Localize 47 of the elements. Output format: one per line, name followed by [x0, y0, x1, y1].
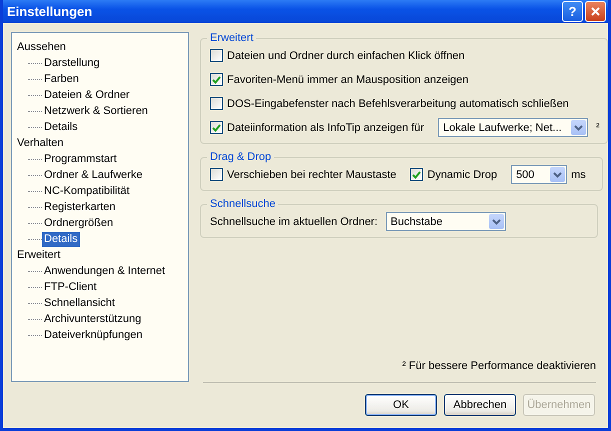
tree-item[interactable]: Ordner & Laufwerke [42, 168, 144, 182]
chevron-down-icon [574, 124, 584, 130]
check-icon [212, 124, 221, 132]
footnote: ² Für bessere Performance deaktivieren [402, 360, 597, 374]
dropdown[interactable]: 500 [511, 165, 568, 184]
tree-item[interactable]: Registerkarten [42, 200, 118, 214]
checkbox[interactable]: Dateien und Ordner durch einfachen Klick öffnen [210, 49, 465, 62]
group-title: Drag & Drop [209, 151, 272, 163]
tree-item[interactable]: Details [42, 120, 80, 134]
close-icon [591, 7, 600, 16]
label: Schnellsuche im aktuellen Ordner: [210, 216, 378, 228]
check-icon [412, 170, 422, 178]
tree-item[interactable]: Schnellansicht [42, 296, 117, 310]
dropdown[interactable]: Lokale Laufwerke; Net... [438, 118, 588, 137]
tree-item[interactable]: Netzwerk & Sortieren [42, 104, 150, 118]
checkbox[interactable]: DOS-Eingabefenster nach Befehlsverarbeitung automatisch schließen [210, 97, 569, 110]
tree-item[interactable]: Farben [42, 72, 81, 86]
label: ms [571, 168, 586, 180]
checkbox[interactable]: Verschieben bei rechter Maustaste [210, 168, 396, 181]
dialog-button[interactable]: Abbrechen [444, 394, 516, 416]
tree-item[interactable]: Dateiverknüpfungen [42, 328, 144, 342]
dropdown[interactable]: Buchstabe [386, 212, 506, 231]
tree-item[interactable]: Ordnergrößen [42, 216, 116, 230]
tree-item[interactable]: Aussehen [15, 40, 68, 54]
tree-item[interactable]: Details [42, 232, 80, 246]
tree-item[interactable]: Anwendungen & Internet [42, 264, 168, 278]
close-button[interactable] [585, 1, 606, 22]
tree-item[interactable]: NC-Kompatibilität [42, 184, 132, 198]
checkbox[interactable]: Dateiinformation als InfoTip anzeigen für [210, 121, 424, 134]
check-icon [212, 76, 221, 84]
tree-item[interactable]: FTP-Client [42, 280, 99, 294]
tree-item[interactable]: Erweitert [15, 248, 62, 262]
tree-item[interactable]: Dateien & Ordner [42, 88, 132, 102]
tree-item[interactable]: Programmstart [42, 152, 119, 166]
tree-item[interactable]: Darstellung [42, 56, 102, 70]
help-button[interactable]: ? [562, 1, 583, 22]
checkbox[interactable]: Dynamic Drop [410, 168, 498, 181]
window-title: Einstellungen [7, 4, 94, 19]
group-title: Erweitert [209, 32, 254, 44]
dialog-button[interactable]: OK [365, 394, 437, 416]
tree-item[interactable]: Archivunterstützung [42, 312, 144, 326]
checkbox[interactable]: Favoriten-Menü immer an Mausposition anzeigen [210, 73, 469, 86]
tree-item[interactable]: Verhalten [15, 136, 66, 150]
chevron-down-icon [553, 172, 562, 178]
group-title: Schnellsuche [209, 198, 276, 210]
chevron-down-icon [492, 218, 501, 224]
footnote-mark: ² [596, 122, 600, 133]
